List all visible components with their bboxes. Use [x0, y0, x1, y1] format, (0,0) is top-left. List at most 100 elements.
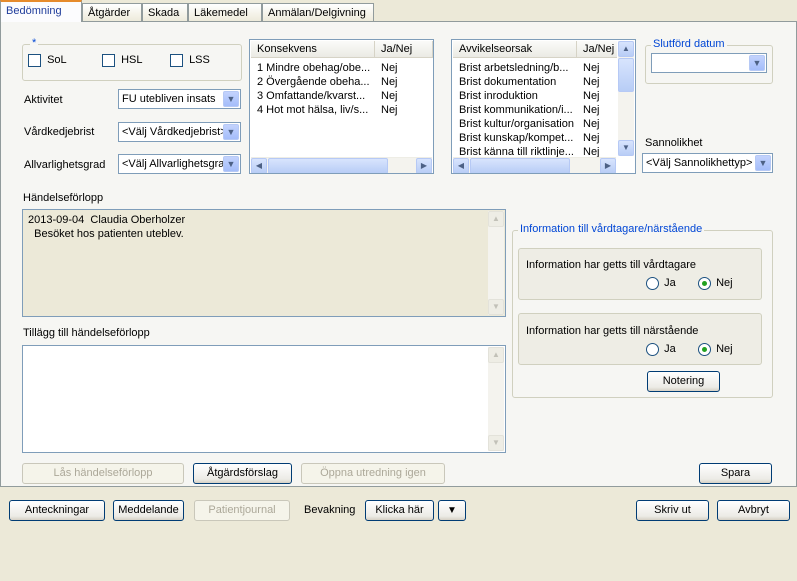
radio-button[interactable]: [646, 277, 659, 290]
chevron-down-icon[interactable]: ▼: [749, 55, 765, 71]
konsekvens-cell: 1 Mindre obehag/obe...: [257, 62, 371, 74]
tab-lakemedel[interactable]: Läkemedel: [188, 3, 262, 22]
scroll-up-icon[interactable]: ▲: [488, 347, 504, 363]
bevakning-dropdown-icon[interactable]: ▼: [438, 500, 466, 521]
tab-bar: Bedömning Åtgärder Skada Läkemedel Anmäl…: [0, 0, 797, 22]
chevron-down-icon[interactable]: ▼: [223, 91, 239, 107]
scroll-thumb[interactable]: [618, 58, 634, 92]
tillagg-textarea[interactable]: ▲ ▼: [22, 345, 506, 453]
avvikelseorsak-cell: Brist kultur/organisation: [459, 118, 574, 130]
list-item[interactable]: 3 Omfattande/kvarst... Nej: [251, 89, 432, 103]
atgardsforslag-button[interactable]: Åtgärdsförslag: [193, 463, 292, 484]
narstaende-nej-radio[interactable]: Nej: [698, 343, 733, 356]
radio-button[interactable]: [698, 277, 711, 290]
las-handelseforlopp-button[interactable]: Lås händelseförlopp: [22, 463, 184, 484]
scroll-down-icon[interactable]: ▼: [488, 435, 504, 451]
notering-button[interactable]: Notering: [647, 371, 720, 392]
scroll-down-icon[interactable]: ▼: [618, 140, 634, 156]
janej-cell: Nej: [381, 62, 398, 74]
scroll-down-icon[interactable]: ▼: [488, 299, 504, 315]
horizontal-scrollbar[interactable]: ◀ ▶: [251, 157, 432, 173]
sannolikhet-value: <Välj Sannolikhettyp>: [646, 157, 753, 169]
vardtagare-nej-radio[interactable]: Nej: [698, 277, 733, 290]
konsekvens-col-header[interactable]: Konsekvens: [251, 41, 375, 58]
scroll-left-icon[interactable]: ◀: [453, 158, 469, 173]
scroll-up-icon[interactable]: ▲: [488, 211, 504, 227]
list-item[interactable]: Brist kommunikation/i... Nej: [453, 103, 616, 117]
spara-button[interactable]: Spara: [699, 463, 772, 484]
tab-atgarder[interactable]: Åtgärder: [82, 3, 142, 22]
tab-bedomning[interactable]: Bedömning: [0, 0, 82, 22]
skriv-ut-button[interactable]: Skriv ut: [636, 500, 709, 521]
chevron-down-icon[interactable]: ▼: [755, 155, 771, 171]
list-item[interactable]: 4 Hot mot hälsa, liv/s... Nej: [251, 103, 432, 117]
list-item[interactable]: 1 Mindre obehag/obe... Nej: [251, 61, 432, 75]
avvikelseorsak-list[interactable]: Avvikelseorsak Ja/Nej Brist arbetslednin…: [451, 39, 636, 174]
avvikelseorsak-cell: Brist inroduktion: [459, 90, 538, 102]
avvikelseorsak-header: Avvikelseorsak Ja/Nej: [453, 41, 619, 58]
avvikelseorsak-cell: Brist kunskap/kompet...: [459, 132, 574, 144]
hsl-checkbox[interactable]: HSL: [102, 54, 142, 67]
sol-checkbox[interactable]: SoL: [28, 54, 67, 67]
list-item[interactable]: 2 Övergående obeha... Nej: [251, 75, 432, 89]
vardtagare-subgroup: [518, 248, 762, 300]
scroll-left-icon[interactable]: ◀: [251, 158, 267, 173]
vertical-scrollbar[interactable]: ▲ ▼: [488, 347, 504, 451]
nej-label: Nej: [716, 277, 733, 290]
hsl-checkbox-box[interactable]: [102, 54, 115, 67]
list-item[interactable]: Brist inroduktion Nej: [453, 89, 616, 103]
konsekvens-list[interactable]: Konsekvens Ja/Nej 1 Mindre obehag/obe...…: [249, 39, 434, 174]
scroll-right-icon[interactable]: ▶: [416, 158, 432, 173]
tab-anmalan[interactable]: Anmälan/Delgivning: [262, 3, 374, 22]
scroll-thumb[interactable]: [268, 158, 388, 173]
vardtagare-ja-radio[interactable]: Ja: [646, 277, 676, 290]
list-item[interactable]: Brist dokumentation Nej: [453, 75, 616, 89]
list-item[interactable]: Brist kunskap/kompet... Nej: [453, 131, 616, 145]
avvikelseorsak-cell: Brist kommunikation/i...: [459, 104, 573, 116]
ja-label: Ja: [664, 277, 676, 290]
allvarlighetsgrad-value: <Välj Allvarlighetsgrad>: [122, 158, 237, 170]
narstaende-ja-radio[interactable]: Ja: [646, 343, 676, 356]
chevron-down-icon[interactable]: ▼: [223, 124, 239, 140]
lss-checkbox-box[interactable]: [170, 54, 183, 67]
scroll-thumb[interactable]: [470, 158, 570, 173]
avvikelseorsak-col-header[interactable]: Avvikelseorsak: [453, 41, 577, 58]
konsekvens-header: Konsekvens Ja/Nej: [251, 41, 433, 58]
scroll-up-icon[interactable]: ▲: [618, 41, 634, 57]
janej-cell: Nej: [583, 118, 600, 130]
vertical-scrollbar[interactable]: ▲ ▼: [488, 211, 504, 315]
meddelande-button[interactable]: Meddelande: [113, 500, 184, 521]
vertical-scrollbar[interactable]: ▲ ▼: [618, 41, 634, 156]
handelseforlopp-label: Händelseförlopp: [23, 192, 104, 204]
patientjournal-button[interactable]: Patientjournal: [194, 500, 290, 521]
scroll-right-icon[interactable]: ▶: [600, 158, 616, 173]
sol-checkbox-box[interactable]: [28, 54, 41, 67]
list-item[interactable]: Brist arbetsledning/b... Nej: [453, 61, 616, 75]
aktivitet-select[interactable]: FU utebliven insats ▼: [118, 89, 241, 109]
aktivitet-value: FU utebliven insats: [122, 93, 216, 105]
chevron-down-icon[interactable]: ▼: [223, 156, 239, 172]
bevakning-label: Bevakning: [304, 504, 356, 516]
janej-col-header[interactable]: Ja/Nej: [375, 41, 433, 58]
anteckningar-button[interactable]: Anteckningar: [9, 500, 105, 521]
radio-button[interactable]: [698, 343, 711, 356]
klicka-har-button[interactable]: Klicka här: [365, 500, 434, 521]
sannolikhet-select[interactable]: <Välj Sannolikhettyp> ▼: [642, 153, 773, 173]
janej-col-header[interactable]: Ja/Nej: [577, 41, 619, 58]
lss-checkbox[interactable]: LSS: [170, 54, 210, 67]
allvarlighetsgrad-select[interactable]: <Välj Allvarlighetsgrad> ▼: [118, 154, 241, 174]
slutford-datum-label: Slutförd datum: [651, 38, 727, 50]
janej-cell: Nej: [583, 62, 600, 74]
avbryt-button[interactable]: Avbryt: [717, 500, 790, 521]
radio-button[interactable]: [646, 343, 659, 356]
vardkedjebrist-label: Vårdkedjebrist: [24, 126, 95, 138]
tab-skada[interactable]: Skada: [142, 3, 188, 22]
slutford-datum-picker[interactable]: ▼: [651, 53, 767, 73]
list-item[interactable]: Brist kultur/organisation Nej: [453, 117, 616, 131]
handelseforlopp-line-1: 2013-09-04 Claudia Oberholzer: [28, 214, 186, 226]
tab-label: Läkemedel: [194, 7, 248, 19]
oppna-utredning-button[interactable]: Öppna utredning igen: [301, 463, 445, 484]
vardkedjebrist-select[interactable]: <Välj Vårdkedjebrist> ▼: [118, 122, 241, 142]
horizontal-scrollbar[interactable]: ◀ ▶: [453, 157, 616, 173]
handelseforlopp-textarea[interactable]: 2013-09-04 Claudia Oberholzer Besöket ho…: [22, 209, 506, 317]
